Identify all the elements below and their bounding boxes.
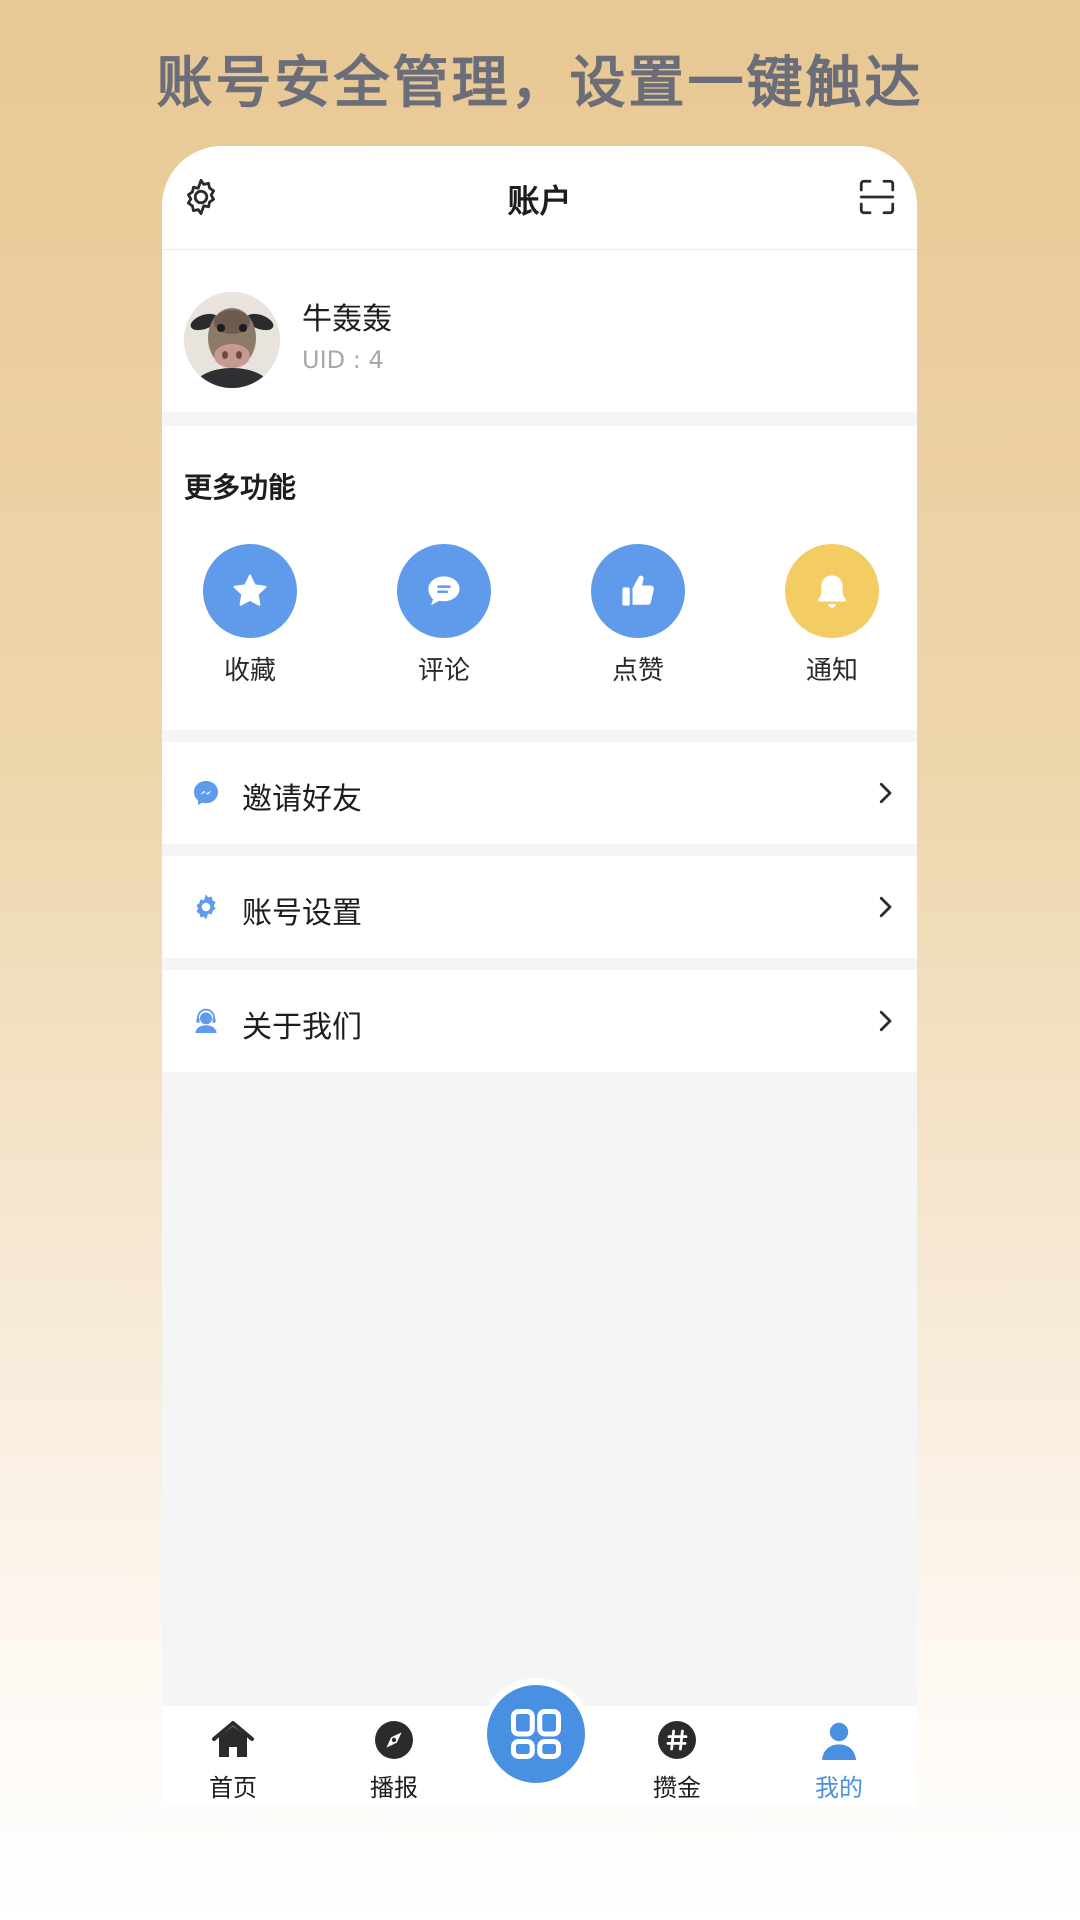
apps-grid-icon <box>511 1709 561 1759</box>
messenger-icon <box>194 781 218 805</box>
comment-icon <box>428 576 460 606</box>
page-title: 账户 <box>507 182 572 220</box>
tab-label: 我的 <box>815 1774 863 1802</box>
home-icon <box>212 1721 254 1757</box>
promo-title: 账号安全管理，设置一键触达 <box>156 51 924 116</box>
star-icon <box>233 574 267 606</box>
tab-label: 播报 <box>370 1774 418 1802</box>
likes-label: 点赞 <box>611 656 664 686</box>
center-apps-button[interactable] <box>480 1678 592 1790</box>
profile-card[interactable]: 牛轰轰 UID : 4 <box>162 250 917 412</box>
top-bar: 账户 <box>162 146 917 250</box>
tab-home[interactable]: 首页 <box>173 1706 293 1806</box>
menu-label: 邀请好友 <box>242 782 362 817</box>
menu-label: 账号设置 <box>242 896 362 931</box>
notifications-label: 通知 <box>805 656 858 686</box>
gear-icon <box>196 894 216 920</box>
chevron-right-icon <box>879 896 892 918</box>
menu-item-invite-friends[interactable]: 邀请好友 <box>162 742 917 844</box>
bell-icon <box>818 575 846 608</box>
user-id: UID : 4 <box>302 346 384 374</box>
phone-screen: 账户 牛轰轰 UID : 4 更多功能 收藏 评论 点赞 通知 邀请好友 账号设… <box>162 146 917 1806</box>
compass-icon <box>375 1721 413 1759</box>
tab-broadcast[interactable]: 播报 <box>334 1706 454 1806</box>
hashtag-icon <box>658 1721 696 1759</box>
tab-label: 首页 <box>209 1774 257 1802</box>
more-functions-section: 更多功能 收藏 评论 点赞 通知 <box>162 426 917 730</box>
section-title: 更多功能 <box>184 471 297 504</box>
notifications-button[interactable]: 通知 <box>762 544 902 694</box>
favorites-label: 收藏 <box>223 656 276 686</box>
tab-label: 攒金 <box>653 1774 701 1802</box>
tab-mine[interactable]: 我的 <box>779 1706 899 1806</box>
chevron-right-icon <box>879 782 892 804</box>
menu-label: 关于我们 <box>242 1010 362 1045</box>
tab-save-gold[interactable]: 攒金 <box>617 1706 737 1806</box>
scan-icon <box>859 179 895 215</box>
avatar[interactable] <box>184 292 280 388</box>
likes-button[interactable]: 点赞 <box>568 544 708 694</box>
menu-item-about-us[interactable]: 关于我们 <box>162 970 917 1072</box>
comments-label: 评论 <box>417 656 470 686</box>
username: 牛轰轰 <box>302 302 392 337</box>
chevron-right-icon <box>879 1010 892 1032</box>
favorites-button[interactable]: 收藏 <box>180 544 320 694</box>
thumbs-up-icon <box>622 575 654 606</box>
comments-button[interactable]: 评论 <box>374 544 514 694</box>
support-agent-icon <box>195 1008 217 1033</box>
menu-item-account-settings[interactable]: 账号设置 <box>162 856 917 958</box>
person-icon <box>822 1722 856 1760</box>
scan-button[interactable] <box>856 176 898 218</box>
